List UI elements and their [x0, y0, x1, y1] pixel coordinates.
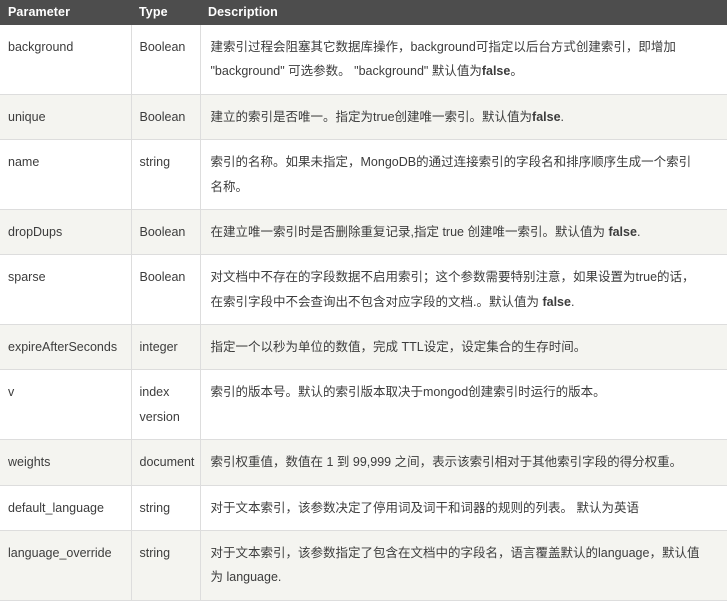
description-line: 指定一个以秒为单位的数值，完成 TTL设定，设定集合的生存时间。 [210, 340, 587, 354]
description-line: 索引的名称。如果未指定，MongoDB的通过连接索引的字段名和排序顺序生成一个索… [210, 155, 692, 170]
cell-description: 对于文本索引，该参数决定了停用词及词干和词器的规则的列表。 默认为英语 [200, 485, 727, 531]
type-line: version [139, 409, 180, 424]
cell-type: Boolean [131, 94, 201, 141]
table-body: background Boolean 建索引过程会阻塞其它数据库操作，backg… [0, 25, 727, 601]
table-row: language_override string 对于文本索引，该参数指定了包含… [0, 530, 727, 601]
table-row: dropDups Boolean 在建立唯一索引时是否删除重复记录,指定 tru… [0, 209, 727, 256]
table-row: name string 索引的名称。如果未指定，MongoDB的通过连接索引的字… [0, 139, 727, 210]
cell-type: string [131, 485, 201, 531]
description-line: 索引权重值，数值在 1 到 99,999 之间，表示该索引相对于其他索引字段的得… [210, 455, 683, 470]
description-line: 对于文本索引，该参数指定了包含在文档中的字段名，语言覆盖默认的language，… [210, 545, 700, 560]
description-line: 建索引过程会阻塞其它数据库操作，background可指定以后台方式创建索引，即… [210, 40, 676, 54]
cell-parameter: sparse [0, 254, 132, 325]
column-header-description: Description [200, 0, 727, 25]
description-line: 建立的索引是否唯一。指定为true创建唯一索引。默认值为 [210, 109, 533, 124]
table-row: weights document 索引权重值，数值在 1 到 99,999 之间… [0, 439, 727, 486]
description-line-tail: . [560, 109, 565, 124]
description-line: 名称。 [210, 179, 249, 194]
description-line-tail: 。 [510, 64, 523, 79]
description-line: 在建立唯一索引时是否删除重复记录,指定 true 创建唯一索引。默认值为 [210, 224, 609, 239]
cell-description: 对于文本索引，该参数指定了包含在文档中的字段名，语言覆盖默认的language，… [200, 530, 727, 601]
table-row: default_language string 对于文本索引，该参数决定了停用词… [0, 485, 727, 531]
cell-type: Boolean [131, 209, 201, 256]
type-line: index [139, 385, 170, 400]
table-row: v index version 索引的版本号。默认的索引版本取决于mongod创… [0, 369, 727, 441]
description-line: 在索引字段中不会查询出不包含对应字段的文档.。默认值为 [210, 294, 543, 309]
cell-type: Boolean [131, 254, 201, 325]
table-row: unique Boolean 建立的索引是否唯一。指定为true创建唯一索引。默… [0, 94, 727, 141]
cell-description: 对文档中不存在的字段数据不启用索引；这个参数需要特别注意，如果设置为true的话… [200, 254, 727, 325]
cell-parameter: language_override [0, 530, 132, 601]
table-row: expireAfterSeconds integer 指定一个以秒为单位的数值，… [0, 324, 727, 371]
description-line: 对于文本索引，该参数决定了停用词及词干和词器的规则的列表。 默认为英语 [210, 500, 639, 515]
description-line: 索引的版本号。默认的索引版本取决于mongod创建索引时运行的版本。 [210, 385, 606, 400]
cell-type: document [131, 439, 201, 486]
cell-parameter: name [0, 139, 132, 210]
cell-type: string [131, 139, 201, 210]
table-row: sparse Boolean 对文档中不存在的字段数据不启用索引；这个参数需要特… [0, 254, 727, 325]
cell-parameter: expireAfterSeconds [0, 324, 132, 371]
cell-parameter: dropDups [0, 209, 132, 256]
cell-description: 建立的索引是否唯一。指定为true创建唯一索引。默认值为false. [200, 94, 727, 141]
cell-type: index version [131, 369, 201, 441]
description-line: "background" 可选参数。 "background" 默认值为 [210, 64, 482, 79]
cell-type: integer [131, 324, 201, 371]
description-line-tail: . [636, 224, 641, 239]
table-header: Parameter Type Description [0, 0, 727, 25]
cell-description: 索引的名称。如果未指定，MongoDB的通过连接索引的字段名和排序顺序生成一个索… [200, 139, 727, 210]
cell-description: 索引权重值，数值在 1 到 99,999 之间，表示该索引相对于其他索引字段的得… [200, 439, 727, 486]
cell-parameter: weights [0, 439, 132, 486]
description-emphasis: false [532, 109, 561, 124]
table-header-row: Parameter Type Description [0, 0, 727, 25]
cell-description: 指定一个以秒为单位的数值，完成 TTL设定，设定集合的生存时间。 [200, 324, 727, 371]
description-emphasis: false [608, 224, 637, 239]
table-row: background Boolean 建索引过程会阻塞其它数据库操作，backg… [0, 25, 727, 95]
description-line-tail: . [570, 294, 575, 309]
description-line: 对文档中不存在的字段数据不启用索引；这个参数需要特别注意，如果设置为true的话… [210, 270, 695, 285]
column-header-type: Type [131, 0, 200, 25]
mongodb-index-parameters-table: Parameter Type Description background Bo… [0, 0, 727, 601]
cell-description: 索引的版本号。默认的索引版本取决于mongod创建索引时运行的版本。 [200, 369, 727, 441]
cell-description: 在建立唯一索引时是否删除重复记录,指定 true 创建唯一索引。默认值为 fal… [200, 209, 727, 256]
cell-type: string [131, 530, 201, 601]
cell-parameter: v [0, 369, 132, 441]
cell-description: 建索引过程会阻塞其它数据库操作，background可指定以后台方式创建索引，即… [200, 25, 727, 95]
description-emphasis: false [542, 294, 571, 309]
cell-parameter: default_language [0, 485, 132, 531]
description-emphasis: false [481, 64, 511, 79]
column-header-parameter: Parameter [0, 0, 131, 25]
cell-parameter: background [0, 25, 132, 95]
description-line: 为 language. [210, 570, 282, 585]
cell-type: Boolean [131, 25, 201, 95]
cell-parameter: unique [0, 94, 132, 141]
